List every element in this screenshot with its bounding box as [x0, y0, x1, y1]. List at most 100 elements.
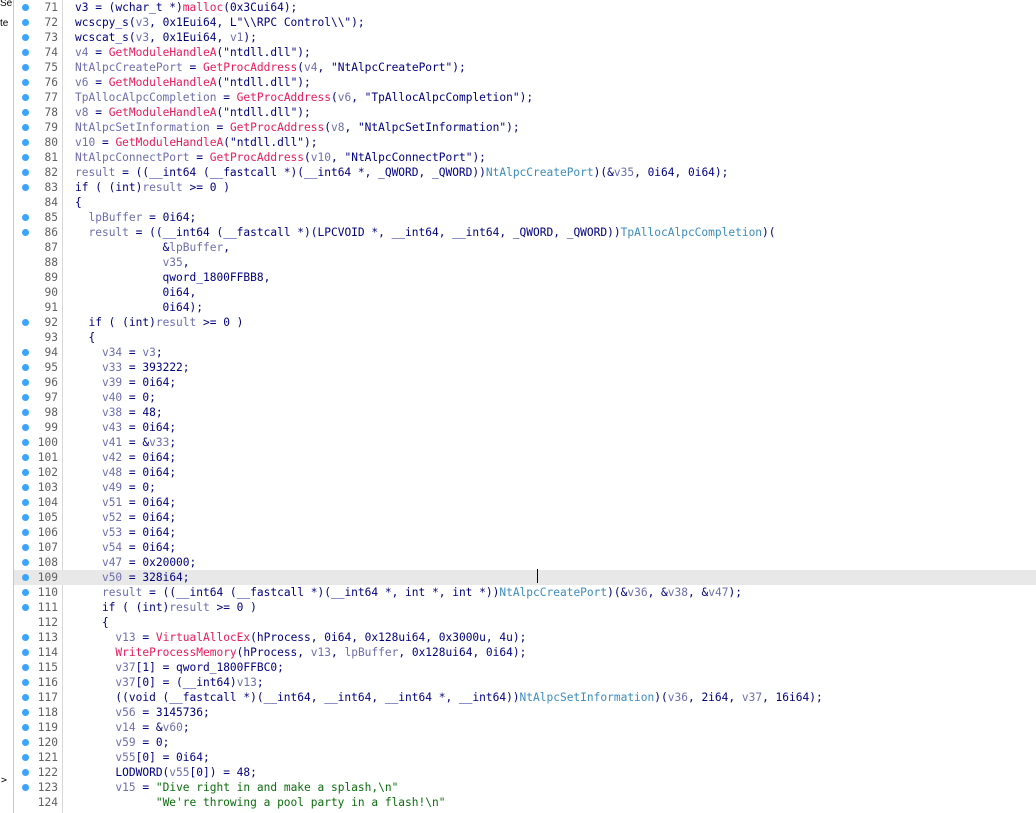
code-text[interactable]: v56 = 3145736; — [75, 705, 209, 720]
code-line[interactable]: 123 v15 = "Dive right in and make a spla… — [14, 780, 1036, 795]
code-line[interactable]: 83 if ( (int)result >= 0 ) — [14, 180, 1036, 195]
code-line[interactable]: 78 v8 = GetModuleHandleA("ntdll.dll"); — [14, 105, 1036, 120]
code-text[interactable]: if ( (int)result >= 0 ) — [75, 315, 243, 330]
code-line[interactable]: 82 result = ((__int64 (__fastcall *)(__in… — [14, 165, 1036, 180]
code-line[interactable]: 122 LODWORD(v55[0]) = 48; — [14, 765, 1036, 780]
code-text[interactable]: NtAlpcSetInformation = GetProcAddress(v8… — [75, 120, 520, 135]
code-line[interactable]: 101 v42 = 0i64; — [14, 450, 1036, 465]
code-text[interactable]: v47 = 0x20000; — [75, 555, 196, 570]
code-line[interactable]: 105 v52 = 0i64; — [14, 510, 1036, 525]
code-text[interactable]: v4 = GetModuleHandleA("ntdll.dll"); — [75, 45, 311, 60]
code-text[interactable]: v14 = &v60; — [75, 720, 189, 735]
code-line[interactable]: 109 v50 = 328i64; — [14, 570, 1036, 585]
code-line[interactable]: 87 &lpBuffer, — [14, 240, 1036, 255]
code-line[interactable]: 119 v14 = &v60; — [14, 720, 1036, 735]
code-line[interactable]: 107 v54 = 0i64; — [14, 540, 1036, 555]
code-text[interactable]: v48 = 0i64; — [75, 465, 176, 480]
code-text[interactable]: { — [75, 615, 109, 630]
code-line[interactable]: 121 v55[0] = 0i64; — [14, 750, 1036, 765]
code-text[interactable]: if ( (int)result >= 0 ) — [75, 180, 230, 195]
code-text[interactable]: WriteProcessMemory(hProcess, v13, lpBuff… — [75, 645, 526, 660]
code-line[interactable]: 76 v6 = GetModuleHandleA("ntdll.dll"); — [14, 75, 1036, 90]
code-text[interactable]: { — [75, 330, 95, 345]
code-line[interactable]: 95 v33 = 393222; — [14, 360, 1036, 375]
code-text[interactable]: v51 = 0i64; — [75, 495, 176, 510]
code-line[interactable]: 94 v34 = v3; — [14, 345, 1036, 360]
code-line[interactable]: 93 { — [14, 330, 1036, 345]
code-text[interactable]: v33 = 393222; — [75, 360, 190, 375]
code-text[interactable]: wcscpy_s(v3, 0x1Eui64, L"\\RPC Control\\… — [75, 15, 365, 30]
left-panel-edge[interactable]: Se te > — [0, 0, 14, 813]
code-line[interactable]: 92 if ( (int)result >= 0 ) — [14, 315, 1036, 330]
code-line[interactable]: 77 TpAllocAlpcCompletion = GetProcAddress… — [14, 90, 1036, 105]
code-text[interactable]: LODWORD(v55[0]) = 48; — [75, 765, 256, 780]
code-text[interactable]: v15 = "Dive right in and make a splash,\… — [75, 780, 398, 795]
code-line[interactable]: 102 v48 = 0i64; — [14, 465, 1036, 480]
code-text[interactable]: v10 = GetModuleHandleA("ntdll.dll"); — [75, 135, 318, 150]
code-text[interactable]: v34 = v3; — [75, 345, 163, 360]
code-text[interactable]: v42 = 0i64; — [75, 450, 176, 465]
code-line[interactable]: 112 { — [14, 615, 1036, 630]
code-text[interactable]: v41 = &v33; — [75, 435, 176, 450]
code-text[interactable]: v43 = 0i64; — [75, 420, 176, 435]
code-line[interactable]: 114 WriteProcessMemory(hProcess, v13, lp… — [14, 645, 1036, 660]
code-text[interactable]: v59 = 0; — [75, 735, 169, 750]
code-text[interactable]: v49 = 0; — [75, 480, 156, 495]
code-text[interactable]: v53 = 0i64; — [75, 525, 176, 540]
code-text[interactable]: v37[1] = qword_1800FFBC0; — [75, 660, 283, 675]
code-text[interactable]: result = ((__int64 (__fastcall *)(LPCVOI… — [75, 225, 775, 240]
code-text[interactable]: v3 = (wchar_t *)malloc(0x3Cui64); — [75, 0, 297, 15]
code-line[interactable]: 113 v13 = VirtualAllocEx(hProcess, 0i64,… — [14, 630, 1036, 645]
code-line[interactable]: 86 result = ((__int64 (__fastcall *)(LPC… — [14, 225, 1036, 240]
code-line[interactable]: 75 NtAlpcCreatePort = GetProcAddress(v4, … — [14, 60, 1036, 75]
code-line[interactable]: 97 v40 = 0; — [14, 390, 1036, 405]
code-line[interactable]: 73 wcscat_s(v3, 0x1Eui64, v1); — [14, 30, 1036, 45]
code-text[interactable]: v35, — [75, 255, 190, 270]
code-text[interactable]: NtAlpcCreatePort = GetProcAddress(v4, "N… — [75, 60, 466, 75]
code-line[interactable]: 71 v3 = (wchar_t *)malloc(0x3Cui64); — [14, 0, 1036, 15]
code-text[interactable]: v52 = 0i64; — [75, 510, 176, 525]
code-line[interactable]: 106 v53 = 0i64; — [14, 525, 1036, 540]
code-text[interactable]: wcscat_s(v3, 0x1Eui64, v1); — [75, 30, 257, 45]
code-text[interactable]: v38 = 48; — [75, 405, 163, 420]
code-line[interactable]: 85 lpBuffer = 0i64; — [14, 210, 1036, 225]
code-text[interactable]: qword_1800FFBB8, — [75, 270, 271, 285]
code-line[interactable]: 88 v35, — [14, 255, 1036, 270]
code-text[interactable]: v37[0] = (__int64)v13; — [75, 675, 263, 690]
code-line[interactable]: 98 v38 = 48; — [14, 405, 1036, 420]
code-line[interactable]: 103 v49 = 0; — [14, 480, 1036, 495]
code-text[interactable]: ((void (__fastcall *)(__int64, __int64, … — [75, 690, 822, 705]
code-line[interactable]: 89 qword_1800FFBB8, — [14, 270, 1036, 285]
code-line[interactable]: 84 { — [14, 195, 1036, 210]
code-line[interactable]: 72 wcscpy_s(v3, 0x1Eui64, L"\\RPC Control… — [14, 15, 1036, 30]
code-text[interactable]: TpAllocAlpcCompletion = GetProcAddress(v… — [75, 90, 533, 105]
code-text[interactable]: v55[0] = 0i64; — [75, 750, 209, 765]
code-line[interactable]: 115 v37[1] = qword_1800FFBC0; — [14, 660, 1036, 675]
code-text[interactable]: v6 = GetModuleHandleA("ntdll.dll"); — [75, 75, 311, 90]
code-text[interactable]: v50 = 328i64; — [75, 570, 190, 585]
code-text[interactable]: result = ((__int64 (__fastcall *)(__int6… — [75, 165, 728, 180]
code-line[interactable]: 108 v47 = 0x20000; — [14, 555, 1036, 570]
code-line[interactable]: 117 ((void (__fastcall *)(__int64, __int… — [14, 690, 1036, 705]
code-line[interactable]: 116 v37[0] = (__int64)v13; — [14, 675, 1036, 690]
code-text[interactable]: { — [75, 195, 82, 210]
code-text[interactable]: 0i64); — [75, 300, 203, 315]
code-text[interactable]: 0i64, — [75, 285, 197, 300]
code-line[interactable]: 74 v4 = GetModuleHandleA("ntdll.dll"); — [14, 45, 1036, 60]
pseudocode-view[interactable]: 71 v3 = (wchar_t *)malloc(0x3Cui64); 72 wcs… — [14, 0, 1036, 810]
code-line[interactable]: 111 if ( (int)result >= 0 ) — [14, 600, 1036, 615]
code-text[interactable]: &lpBuffer, — [75, 240, 230, 255]
expand-arrow-icon[interactable]: > — [1, 775, 7, 786]
code-line[interactable]: 100 v41 = &v33; — [14, 435, 1036, 450]
code-text[interactable]: v8 = GetModuleHandleA("ntdll.dll"); — [75, 105, 311, 120]
code-line[interactable]: 104 v51 = 0i64; — [14, 495, 1036, 510]
code-text[interactable]: v40 = 0; — [75, 390, 156, 405]
code-line[interactable]: 120 v59 = 0; — [14, 735, 1036, 750]
code-line[interactable]: 118 v56 = 3145736; — [14, 705, 1036, 720]
code-text[interactable]: v39 = 0i64; — [75, 375, 176, 390]
code-text[interactable]: NtAlpcConnectPort = GetProcAddress(v10, … — [75, 150, 486, 165]
code-line[interactable]: 81 NtAlpcConnectPort = GetProcAddress(v10… — [14, 150, 1036, 165]
code-text[interactable]: v13 = VirtualAllocEx(hProcess, 0i64, 0x1… — [75, 630, 526, 645]
code-line[interactable]: 80 v10 = GetModuleHandleA("ntdll.dll"); — [14, 135, 1036, 150]
code-text[interactable]: result = ((__int64 (__fastcall *)(__int6… — [75, 585, 742, 600]
